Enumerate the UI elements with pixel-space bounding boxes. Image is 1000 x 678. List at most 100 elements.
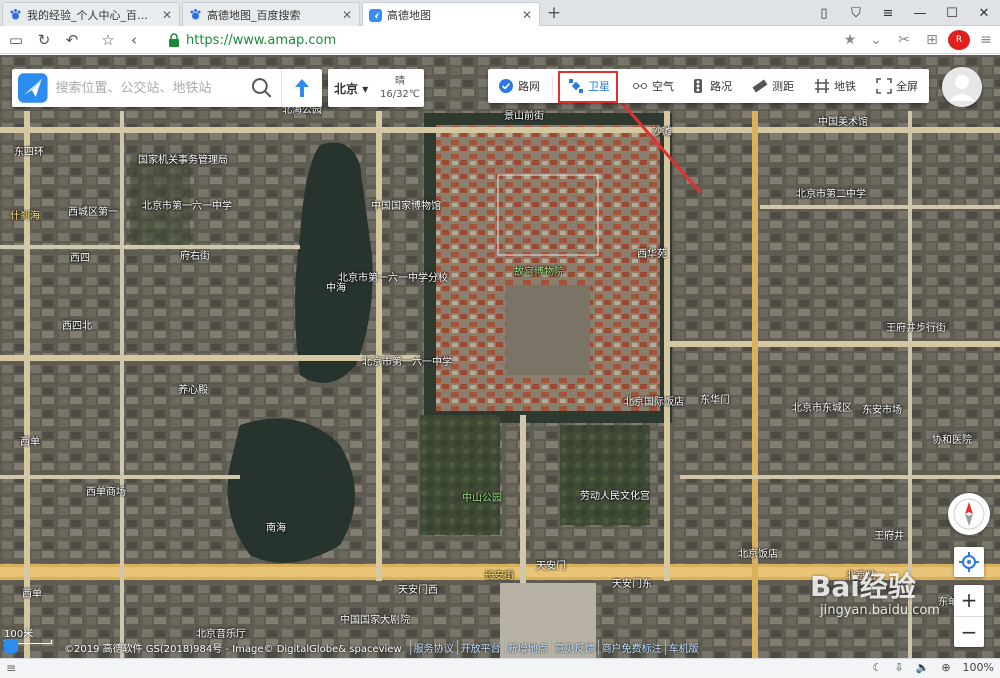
url-field[interactable]: https://www.amap.com — [168, 30, 336, 50]
compass-control[interactable] — [948, 493, 990, 535]
poi-label[interactable]: 西四 — [70, 249, 90, 264]
grid-menu-icon[interactable]: ⊞ — [922, 32, 942, 48]
search-input[interactable] — [55, 73, 243, 103]
poi-label[interactable]: 王府井步行街 — [886, 319, 946, 334]
mute-icon[interactable]: 🔈 — [916, 661, 930, 674]
poi-label[interactable]: 西四北 — [62, 317, 92, 332]
footer-link-merchant[interactable]: 商户免费标注 — [597, 639, 665, 655]
avatar[interactable] — [942, 67, 982, 107]
status-menu-icon[interactable]: ≡ — [6, 661, 16, 675]
annotation-highlight-box — [558, 71, 618, 103]
user-profile-icon[interactable]: R — [948, 30, 970, 50]
reload-icon[interactable]: ↻ — [34, 30, 54, 50]
poi-label[interactable]: 西单 — [20, 433, 40, 448]
bookmark-star-icon[interactable]: ☆ — [98, 30, 118, 50]
close-tab-icon[interactable]: ✕ — [521, 8, 533, 22]
poi-label[interactable]: 西城区第一 — [68, 203, 118, 218]
restore-icon[interactable]: ▯ — [808, 6, 840, 21]
poi-label[interactable]: 天安门西 — [398, 581, 438, 596]
tab-amap[interactable]: 高德地图 ✕ — [362, 2, 540, 27]
check-circle-icon — [499, 79, 513, 93]
amap-logo-icon[interactable] — [16, 71, 50, 105]
poi-label[interactable]: 协和医院 — [932, 431, 972, 446]
satellite-map[interactable]: 东四环 什刹海 国家机关事务管理局 北京市第一六一中学 西城区第一 中国国家博物馆 府右街北… — [0, 55, 1000, 658]
footer-link-car[interactable]: 车机版 — [664, 639, 702, 655]
scissors-icon[interactable]: ✂ — [892, 32, 916, 48]
poi-label[interactable]: 东安市场 — [862, 401, 902, 416]
close-window-icon[interactable]: ✕ — [968, 6, 1000, 21]
poi-label[interactable]: 景山前街 — [504, 107, 544, 122]
maximize-icon[interactable]: ☐ — [936, 6, 968, 21]
poi-label[interactable]: 北京饭店 — [738, 545, 778, 560]
poi-label[interactable]: 东华门 — [700, 391, 730, 406]
poi-label[interactable]: 北京国际饭店 — [624, 393, 684, 408]
sidebar-toggle-icon[interactable]: ▭ — [6, 30, 26, 50]
poi-label[interactable]: 北京市第一六一中学 — [362, 353, 452, 368]
poi-label[interactable]: 西单 — [22, 585, 42, 600]
poi-label[interactable]: 北京音乐厅 — [196, 625, 246, 640]
tab-my-experience[interactable]: 我的经验_个人中心_百度经验 ✕ — [2, 2, 180, 26]
poi-label[interactable]: 北京市东城区 — [792, 399, 852, 414]
zoom-level-icon[interactable]: ⊕ — [941, 661, 950, 674]
poi-label[interactable]: 养心殿 — [178, 381, 208, 396]
footer-link-add-place[interactable]: 新增地点 — [503, 639, 551, 655]
poi-label[interactable]: 西单商场 — [86, 483, 126, 498]
poi-label[interactable]: 劳动人民文化宫 — [580, 487, 650, 502]
zoom-in-button[interactable]: + — [954, 585, 984, 616]
more-menu-icon[interactable]: ≡ — [976, 32, 996, 48]
poi-label[interactable]: 西华苑 — [637, 245, 667, 260]
poi-label[interactable]: 北京市第二中学 — [796, 185, 866, 200]
close-tab-icon[interactable]: ✕ — [161, 8, 173, 22]
city-selector[interactable]: 北京 ▾ — [334, 80, 376, 97]
poi-label[interactable]: 东四环 — [14, 143, 44, 158]
shirt-icon[interactable]: ⛉ — [840, 6, 872, 21]
zoom-out-button[interactable]: − — [954, 617, 984, 648]
favorite-star-icon[interactable]: ★ — [840, 32, 860, 48]
poi-label[interactable]: 北京市第一六一中学 — [142, 197, 232, 212]
poi-label[interactable]: 中山公园 — [462, 489, 502, 504]
back-icon[interactable]: ‹ — [124, 30, 144, 50]
poi-label[interactable]: 中国国家大剧院 — [340, 611, 410, 626]
new-tab-button[interactable]: + — [544, 3, 564, 23]
poi-label[interactable]: 天安门 — [536, 557, 566, 572]
poi-label[interactable]: 天安门东 — [612, 575, 652, 590]
measure-distance-button[interactable]: 测距 — [752, 69, 794, 103]
poi-label[interactable]: 国家机关事务管理局 — [138, 151, 228, 166]
footer-link-open-platform[interactable]: 开放平台 — [456, 639, 504, 655]
poi-label[interactable]: 长安街 — [484, 567, 514, 582]
city-weather-widget[interactable]: 北京 ▾ 晴 16/32℃ — [328, 69, 424, 107]
amap-icon — [369, 8, 382, 22]
road-network-button[interactable]: 路网 — [498, 69, 540, 103]
traffic-button[interactable]: 路况 — [690, 69, 732, 103]
close-tab-icon[interactable]: ✕ — [341, 8, 353, 22]
download-icon[interactable]: ⇩ — [894, 661, 903, 674]
route-button[interactable] — [280, 69, 322, 107]
amap-small-logo-icon — [4, 639, 18, 653]
poi-label[interactable]: 府右街 — [180, 247, 210, 262]
locate-button[interactable] — [954, 547, 984, 577]
poi-label[interactable]: 什刹海 — [10, 207, 40, 222]
poi-label[interactable]: 故宫博物院 — [514, 263, 564, 278]
undo-icon[interactable]: ↶ — [62, 30, 82, 50]
chevron-down-icon[interactable]: ⌄ — [866, 32, 886, 48]
address-bar: ▭ ↻ ↶ ☆ ‹ https://www.amap.com ★ ⌄ ✂ ⊞ R… — [0, 26, 1000, 54]
search-icon[interactable] — [247, 73, 277, 103]
poi-label[interactable]: 南海 — [266, 519, 286, 534]
poi-label[interactable]: 中海 — [326, 279, 346, 294]
poi-label[interactable]: 北京市第一六一中学分校 — [338, 269, 448, 284]
poi-label[interactable]: 沙滩 — [652, 123, 672, 138]
menu-icon[interactable]: ≡ — [872, 6, 904, 21]
poi-label[interactable]: 王府井 — [874, 527, 904, 542]
air-quality-button[interactable]: 空气 — [632, 69, 674, 103]
poi-label[interactable]: 中国美术馆 — [818, 113, 868, 128]
footer-link-feedback[interactable]: 意见反馈 — [550, 639, 598, 655]
night-mode-icon[interactable]: ☾ — [873, 661, 883, 674]
fullscreen-button[interactable]: 全屏 — [876, 69, 918, 103]
footer-link-terms[interactable]: 服务协议 — [409, 639, 457, 655]
subway-button[interactable]: 地铁 — [814, 69, 856, 103]
layer-label: 路网 — [518, 80, 540, 93]
minimize-icon[interactable]: — — [904, 6, 936, 21]
poi-label[interactable]: 中国国家博物馆 — [371, 197, 441, 212]
zoom-level[interactable]: 100% — [963, 661, 994, 674]
tab-amap-search[interactable]: 高德地图_百度搜索 ✕ — [182, 2, 360, 26]
